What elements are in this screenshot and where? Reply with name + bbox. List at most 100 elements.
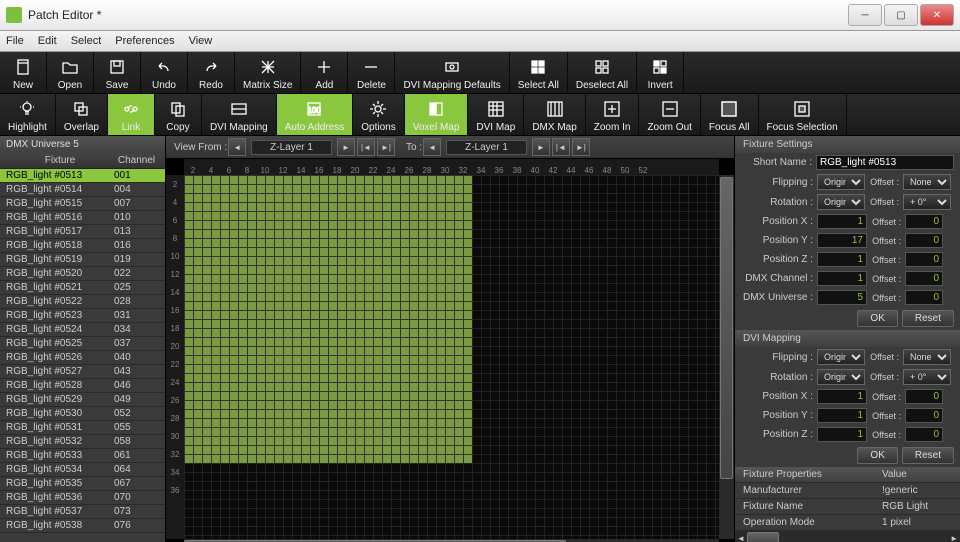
close-button[interactable]: ✕ xyxy=(920,4,954,26)
toolbar-deselect-all[interactable]: Deselect All xyxy=(568,52,637,93)
menu-file[interactable]: File xyxy=(6,35,24,47)
toolbar-voxel-map[interactable]: Voxel Map xyxy=(405,94,469,135)
toolbar-undo[interactable]: Undo xyxy=(141,52,188,93)
shortname-input[interactable] xyxy=(816,155,954,170)
fixture-row[interactable]: RGB_light #0528046 xyxy=(0,379,165,393)
fixture-row[interactable]: RGB_light #0529049 xyxy=(0,393,165,407)
menu-select[interactable]: Select xyxy=(71,35,102,47)
toolbar-matrix-size[interactable]: Matrix Size xyxy=(235,52,301,93)
fixture-block[interactable] xyxy=(184,175,472,463)
fixture-row[interactable]: RGB_light #0530052 xyxy=(0,407,165,421)
fs-rotation-offset[interactable]: + 0° xyxy=(903,194,951,210)
fixture-row[interactable]: RGB_light #0515007 xyxy=(0,197,165,211)
toolbar-zoom-in[interactable]: Zoom In xyxy=(586,94,640,135)
fixture-row[interactable]: RGB_light #0513001 xyxy=(0,169,165,183)
layer-from-select[interactable]: Z-Layer 1 xyxy=(251,140,332,155)
menu-edit[interactable]: Edit xyxy=(38,35,57,47)
layer-from-next[interactable]: ► xyxy=(337,138,355,156)
fs-posx-offset[interactable] xyxy=(905,214,943,229)
fs-dmxu-input[interactable] xyxy=(817,290,867,305)
toolbar-link[interactable]: Link xyxy=(108,94,155,135)
fixture-row[interactable]: RGB_light #0533061 xyxy=(0,449,165,463)
toolbar-delete[interactable]: Delete xyxy=(348,52,395,93)
fs-posy-input[interactable] xyxy=(817,233,867,248)
toolbar-options[interactable]: Options xyxy=(353,94,404,135)
layer-from-first[interactable]: |◄ xyxy=(357,138,375,156)
dvi-posz-input[interactable] xyxy=(817,427,867,442)
dvi-posy-input[interactable] xyxy=(817,408,867,423)
maximize-button[interactable]: ▢ xyxy=(884,4,918,26)
fixture-row[interactable]: RGB_light #0524034 xyxy=(0,323,165,337)
fixture-row[interactable]: RGB_light #0516010 xyxy=(0,211,165,225)
fs-dmxu-offset[interactable] xyxy=(905,290,943,305)
toolbar-copy[interactable]: Copy xyxy=(155,94,202,135)
fs-dmxch-input[interactable] xyxy=(817,271,867,286)
toolbar-invert[interactable]: Invert xyxy=(637,52,684,93)
fixture-row[interactable]: RGB_light #0532058 xyxy=(0,435,165,449)
fs-flipping-offset[interactable]: None xyxy=(903,174,951,190)
toolbar-focus-selection[interactable]: Focus Selection xyxy=(759,94,847,135)
fixture-row[interactable]: RGB_light #0537073 xyxy=(0,505,165,519)
fixture-row[interactable]: RGB_light #0527043 xyxy=(0,365,165,379)
fixture-row[interactable]: RGB_light #0523031 xyxy=(0,309,165,323)
dvi-flipping-offset[interactable]: None xyxy=(903,349,951,365)
minimize-button[interactable]: ─ xyxy=(848,4,882,26)
toolbar-save[interactable]: Save xyxy=(94,52,141,93)
layer-to-last[interactable]: ►| xyxy=(572,138,590,156)
dvi-reset-button[interactable]: Reset xyxy=(902,447,954,464)
layer-from-last[interactable]: ►| xyxy=(377,138,395,156)
dvi-posz-offset[interactable] xyxy=(905,427,943,442)
grid-viewport[interactable]: 2468101214161820222426283032343638404244… xyxy=(166,159,734,542)
fs-reset-button[interactable]: Reset xyxy=(902,310,954,327)
layer-to-select[interactable]: Z-Layer 1 xyxy=(446,140,527,155)
fs-posz-input[interactable] xyxy=(817,252,867,267)
fixture-row[interactable]: RGB_light #0534064 xyxy=(0,463,165,477)
universe-header[interactable]: DMX Universe 5 xyxy=(0,136,165,153)
toolbar-overlap[interactable]: Overlap xyxy=(56,94,108,135)
fixture-row[interactable]: RGB_light #0518016 xyxy=(0,239,165,253)
toolbar-add[interactable]: Add xyxy=(301,52,348,93)
col-channel[interactable]: Channel xyxy=(114,155,159,166)
toolbar-open[interactable]: Open xyxy=(47,52,94,93)
toolbar-select-all[interactable]: Select All xyxy=(510,52,568,93)
fixture-row[interactable]: RGB_light #0521025 xyxy=(0,281,165,295)
dvi-rotation-offset[interactable]: + 0° xyxy=(903,369,951,385)
dvi-rotation-input[interactable]: Original xyxy=(817,369,865,385)
dvi-posx-input[interactable] xyxy=(817,389,867,404)
dvi-flipping-input[interactable]: Original xyxy=(817,349,865,365)
menu-preferences[interactable]: Preferences xyxy=(115,35,174,47)
toolbar-zoom-out[interactable]: Zoom Out xyxy=(639,94,700,135)
props-scrollbar[interactable]: ◄► xyxy=(735,531,960,542)
fs-dmxch-offset[interactable] xyxy=(905,271,943,286)
fixture-row[interactable]: RGB_light #0538076 xyxy=(0,519,165,533)
fixture-row[interactable]: RGB_light #0514004 xyxy=(0,183,165,197)
fixture-row[interactable]: RGB_light #0536070 xyxy=(0,491,165,505)
fs-posz-offset[interactable] xyxy=(905,252,943,267)
menu-view[interactable]: View xyxy=(189,35,213,47)
toolbar-redo[interactable]: Redo xyxy=(188,52,235,93)
fs-posx-input[interactable] xyxy=(817,214,867,229)
toolbar-auto-address[interactable]: 100Auto Address xyxy=(277,94,353,135)
dvi-ok-button[interactable]: OK xyxy=(857,447,897,464)
fixture-row[interactable]: RGB_light #0526040 xyxy=(0,351,165,365)
layer-from-prev[interactable]: ◄ xyxy=(228,138,246,156)
fixture-row[interactable]: RGB_light #0520022 xyxy=(0,267,165,281)
layer-to-first[interactable]: |◄ xyxy=(552,138,570,156)
fs-flipping-input[interactable]: Original xyxy=(817,174,865,190)
toolbar-focus-all[interactable]: Focus All xyxy=(701,94,759,135)
col-fixture[interactable]: Fixture xyxy=(6,155,114,166)
layer-to-next[interactable]: ► xyxy=(532,138,550,156)
dvi-posx-offset[interactable] xyxy=(905,389,943,404)
fixture-row[interactable]: RGB_light #0535067 xyxy=(0,477,165,491)
layer-to-prev[interactable]: ◄ xyxy=(423,138,441,156)
fixture-row[interactable]: RGB_light #0522028 xyxy=(0,295,165,309)
toolbar-dvi-map[interactable]: DVI Map xyxy=(468,94,524,135)
fs-rotation-input[interactable]: Original xyxy=(817,194,865,210)
toolbar-dvi-mapping[interactable]: DVI Mapping xyxy=(202,94,277,135)
dvi-posy-offset[interactable] xyxy=(905,408,943,423)
fixture-row[interactable]: RGB_light #0517013 xyxy=(0,225,165,239)
toolbar-dmx-map[interactable]: DMX Map xyxy=(524,94,585,135)
fs-posy-offset[interactable] xyxy=(905,233,943,248)
toolbar-dvi-mapping-defaults[interactable]: DVI Mapping Defaults xyxy=(395,52,509,93)
fixture-row[interactable]: RGB_light #0519019 xyxy=(0,253,165,267)
